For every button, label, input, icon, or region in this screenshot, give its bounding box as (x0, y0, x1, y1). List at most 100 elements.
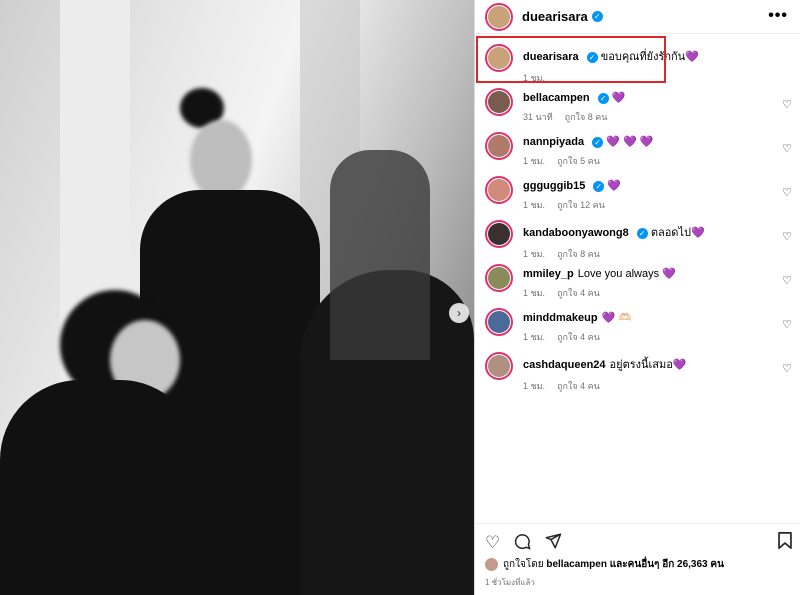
comment-body: nannpiyada ✓ 💜 💜 💜 1 ชม. ถูกใจ 5 คน (523, 135, 653, 168)
comment-likes[interactable]: ถูกใจ 4 คน (557, 332, 600, 342)
comment-line: nannpiyada ✓ 💜 💜 💜 (523, 135, 653, 148)
comment-meta: 1 ชม. (523, 71, 699, 85)
post-header: duearisara ✓ ••• (475, 0, 800, 34)
comment-icon[interactable] (513, 532, 531, 553)
comment-text: Love you always 💜 (577, 268, 676, 280)
comment-body: kandaboonyawong8 ✓ ตลอดไป💜 1 ชม. ถูกใจ 8 ค… (523, 223, 705, 261)
comment-text: 💜 🫶🏻 (601, 312, 633, 324)
heart-icon[interactable]: ♡ (782, 318, 792, 331)
comment-time: 1 ชม. (523, 332, 546, 342)
heart-icon[interactable]: ♡ (782, 186, 792, 199)
commenter-avatar[interactable] (485, 176, 513, 204)
comment-meta: 1 ชม. ถูกใจ 5 คน (523, 154, 653, 168)
comment-body: bellacampen ✓ 💜 31 นาที ถูกใจ 8 คน (523, 91, 625, 124)
comment-body: ggguggib15 ✓ 💜 1 ชม. ถูกใจ 12 คน (523, 179, 621, 212)
comment-likes[interactable]: ถูกใจ 4 คน (557, 288, 600, 298)
comment-time: 1 ชม. (523, 381, 546, 391)
post-photo[interactable]: › (0, 0, 474, 595)
comment-likes[interactable]: ถูกใจ 4 คน (557, 381, 600, 391)
comment-row: bellacampen ✓ 💜 31 นาที ถูกใจ 8 คน ♡ (475, 86, 800, 130)
comment-text: 💜 (607, 180, 622, 192)
comment-row: cashdaqueen24 อยู่ตรงนี้เสมอ💜 1 ชม. ถูกใจ … (475, 350, 800, 394)
comment-body: minddmakeup 💜 🫶🏻 1 ชม. ถูกใจ 4 คน (523, 311, 632, 344)
comment-row: duearisara ✓ ขอบคุณที่ยังรักกัน💜 1 ชม. (475, 42, 800, 86)
commenter-username[interactable]: minddmakeup (523, 312, 598, 324)
comment-time: 1 ชม. (523, 156, 546, 166)
comment-time: 1 ชม. (523, 288, 546, 298)
chevron-right-icon[interactable]: › (449, 303, 469, 323)
photo-figure (0, 380, 200, 595)
heart-icon[interactable]: ♡ (782, 362, 792, 375)
comment-likes[interactable]: ถูกใจ 5 คน (557, 156, 600, 166)
commenter-username[interactable]: bellacampen (523, 92, 590, 104)
comment-row: minddmakeup 💜 🫶🏻 1 ชม. ถูกใจ 4 คน ♡ (475, 306, 800, 350)
comment-row: kandaboonyawong8 ✓ ตลอดไป💜 1 ชม. ถูกใจ 8 ค… (475, 218, 800, 262)
commenter-avatar[interactable] (485, 264, 513, 292)
commenter-username[interactable]: duearisara (523, 51, 579, 63)
comment-line: mmiley_p Love you always 💜 (523, 267, 676, 280)
liked-by-prefix: ถูกใจโดย (503, 559, 544, 570)
comment-list: duearisara ✓ ขอบคุณที่ยังรักกัน💜 1 ชม. be… (475, 34, 800, 394)
post-time: 1 ชั่วโมงที่แล้ว (485, 578, 535, 587)
commenter-username[interactable]: cashdaqueen24 (523, 359, 606, 371)
comment-likes[interactable]: ถูกใจ 12 คน (557, 200, 605, 210)
photo-figure (330, 150, 430, 360)
commenter-avatar[interactable] (485, 44, 513, 72)
comment-line: ggguggib15 ✓ 💜 (523, 179, 621, 192)
comment-meta: 1 ชม. ถูกใจ 8 คน (523, 247, 705, 261)
liked-by: ถูกใจโดย bellacampen และคนอื่นๆ อีก 26,3… (475, 557, 800, 572)
heart-icon[interactable]: ♡ (782, 274, 792, 287)
comment-body: mmiley_p Love you always 💜 1 ชม. ถูกใจ 4 ค… (523, 267, 676, 300)
bookmark-icon[interactable] (778, 532, 792, 554)
verified-icon: ✓ (593, 180, 605, 192)
commenter-username[interactable]: ggguggib15 (523, 180, 585, 192)
liked-by-count[interactable]: และคนอื่นๆ อีก 26,363 คน (610, 557, 724, 572)
liked-by-user[interactable]: bellacampen (546, 559, 607, 570)
comment-time: 31 นาที (523, 112, 553, 122)
comment-body: duearisara ✓ ขอบคุณที่ยังรักกัน💜 1 ชม. (523, 47, 699, 85)
comment-line: duearisara ✓ ขอบคุณที่ยังรักกัน💜 (523, 47, 699, 65)
commenter-username[interactable]: mmiley_p (523, 268, 574, 280)
comment-meta: 31 นาที ถูกใจ 8 คน (523, 110, 625, 124)
more-options-icon[interactable]: ••• (768, 8, 788, 24)
commenter-avatar[interactable] (485, 308, 513, 336)
comment-text: 💜 💜 💜 (606, 136, 654, 148)
commenter-avatar[interactable] (485, 88, 513, 116)
verified-icon: ✓ (597, 92, 609, 104)
share-icon[interactable] (544, 532, 562, 553)
commenter-avatar[interactable] (485, 132, 513, 160)
commenter-avatar[interactable] (485, 352, 513, 380)
author-avatar[interactable] (485, 2, 513, 31)
comment-line: cashdaqueen24 อยู่ตรงนี้เสมอ💜 (523, 355, 687, 373)
comment-likes[interactable]: ถูกใจ 8 คน (565, 112, 608, 122)
comment-likes[interactable]: ถูกใจ 8 คน (557, 249, 600, 259)
commenter-username[interactable]: nannpiyada (523, 136, 584, 148)
photo-figure (190, 120, 252, 200)
comment-text: ตลอดไป💜 (650, 227, 705, 239)
comment-line: kandaboonyawong8 ✓ ตลอดไป💜 (523, 223, 705, 241)
comment-row: mmiley_p Love you always 💜 1 ชม. ถูกใจ 4 ค… (475, 262, 800, 306)
heart-icon[interactable]: ♡ (485, 534, 500, 551)
post-side-panel: duearisara ✓ ••• duearisara ✓ ขอบคุณที่ยั… (474, 0, 800, 595)
author-username[interactable]: duearisara (522, 9, 588, 24)
commenter-avatar[interactable] (485, 220, 513, 248)
comment-text: อยู่ตรงนี้เสมอ💜 (609, 359, 687, 371)
verified-icon: ✓ (591, 11, 603, 22)
comment-time: 1 ชม. (523, 200, 546, 210)
commenter-username[interactable]: kandaboonyawong8 (523, 227, 629, 239)
comment-row: nannpiyada ✓ 💜 💜 💜 1 ชม. ถูกใจ 5 คน ♡ (475, 130, 800, 174)
heart-icon[interactable]: ♡ (782, 98, 792, 111)
comment-meta: 1 ชม. ถูกใจ 4 คน (523, 379, 687, 393)
verified-icon: ✓ (592, 136, 604, 148)
comment-time: 1 ชม. (523, 249, 546, 259)
heart-icon[interactable]: ♡ (782, 230, 792, 243)
comment-meta: 1 ชม. ถูกใจ 4 คน (523, 286, 676, 300)
comment-text: ขอบคุณที่ยังรักกัน💜 (600, 51, 699, 63)
comment-meta: 1 ชม. ถูกใจ 12 คน (523, 198, 621, 212)
liker-avatar[interactable] (485, 558, 498, 571)
comment-row: ggguggib15 ✓ 💜 1 ชม. ถูกใจ 12 คน ♡ (475, 174, 800, 218)
comment-line: bellacampen ✓ 💜 (523, 91, 625, 104)
action-bar: ♡ ถูกใจโดย bellacampen และคนอื่นๆ อีก 26… (475, 523, 800, 595)
heart-icon[interactable]: ♡ (782, 142, 792, 155)
comment-time: 1 ชม. (523, 73, 546, 83)
